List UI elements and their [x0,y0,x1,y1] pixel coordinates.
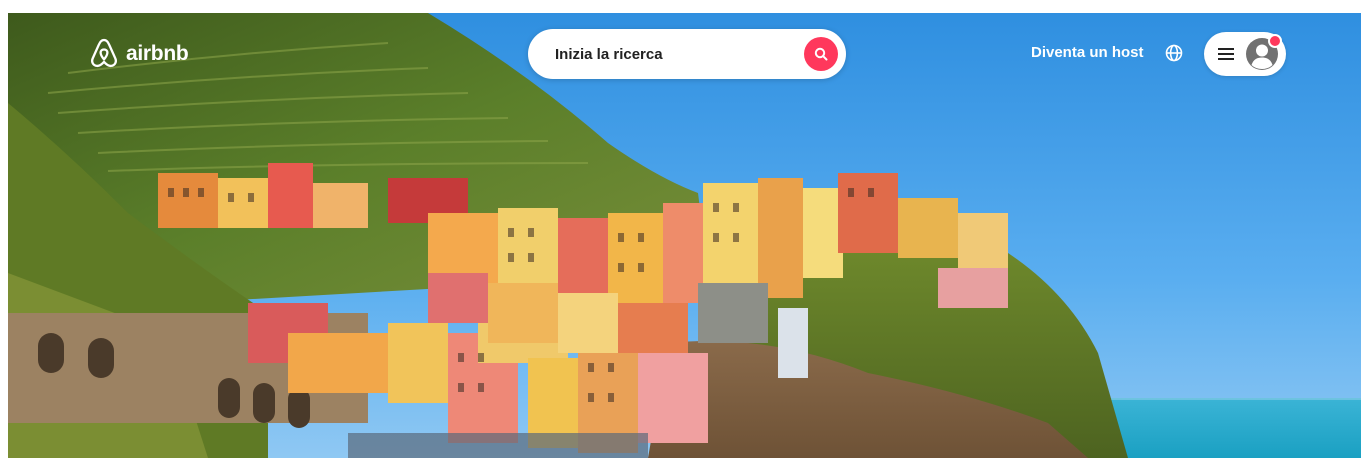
airbnb-belo-icon [91,38,117,68]
search-icon [814,47,828,61]
airbnb-logo[interactable]: airbnb [88,37,189,71]
search-input[interactable] [555,45,804,63]
user-menu-button[interactable] [1204,32,1286,76]
search-button[interactable] [804,37,838,71]
user-avatar [1246,34,1282,70]
hamburger-menu-icon [1218,48,1234,60]
become-host-link[interactable]: Diventa un host [1031,44,1144,61]
logo-text: airbnb [126,42,189,65]
search-bar[interactable] [528,29,846,79]
top-navigation-bar: airbnb Diventa un host [8,13,1361,103]
globe-icon[interactable] [1163,42,1185,64]
notification-badge [1268,34,1282,48]
